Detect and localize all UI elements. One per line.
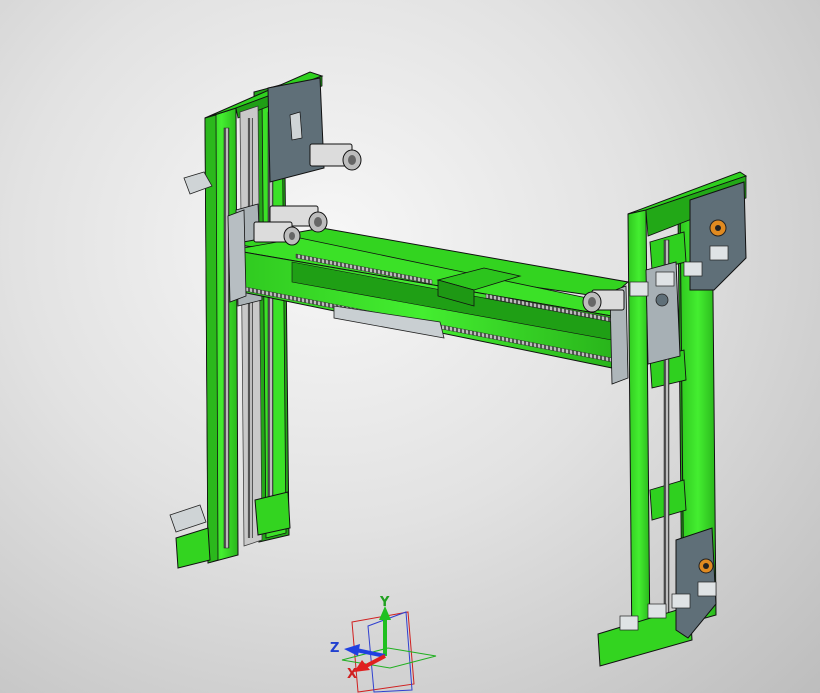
motor-top-left[interactable] xyxy=(309,143,362,171)
left-tower[interactable] xyxy=(169,71,325,569)
gantry-frame-model[interactable] xyxy=(169,71,748,667)
x-axis-line xyxy=(365,654,386,668)
y-axis-label: Y xyxy=(379,595,390,610)
axis-triad[interactable]: Y Z X xyxy=(330,595,437,693)
z-axis-arrow-icon xyxy=(344,644,360,656)
right-tower[interactable] xyxy=(597,171,748,667)
z-axis-label: Z xyxy=(330,641,339,656)
x-axis-label: X xyxy=(347,667,357,682)
cad-3d-viewport[interactable]: Y Z X xyxy=(0,0,820,693)
motor-right[interactable] xyxy=(582,289,625,313)
